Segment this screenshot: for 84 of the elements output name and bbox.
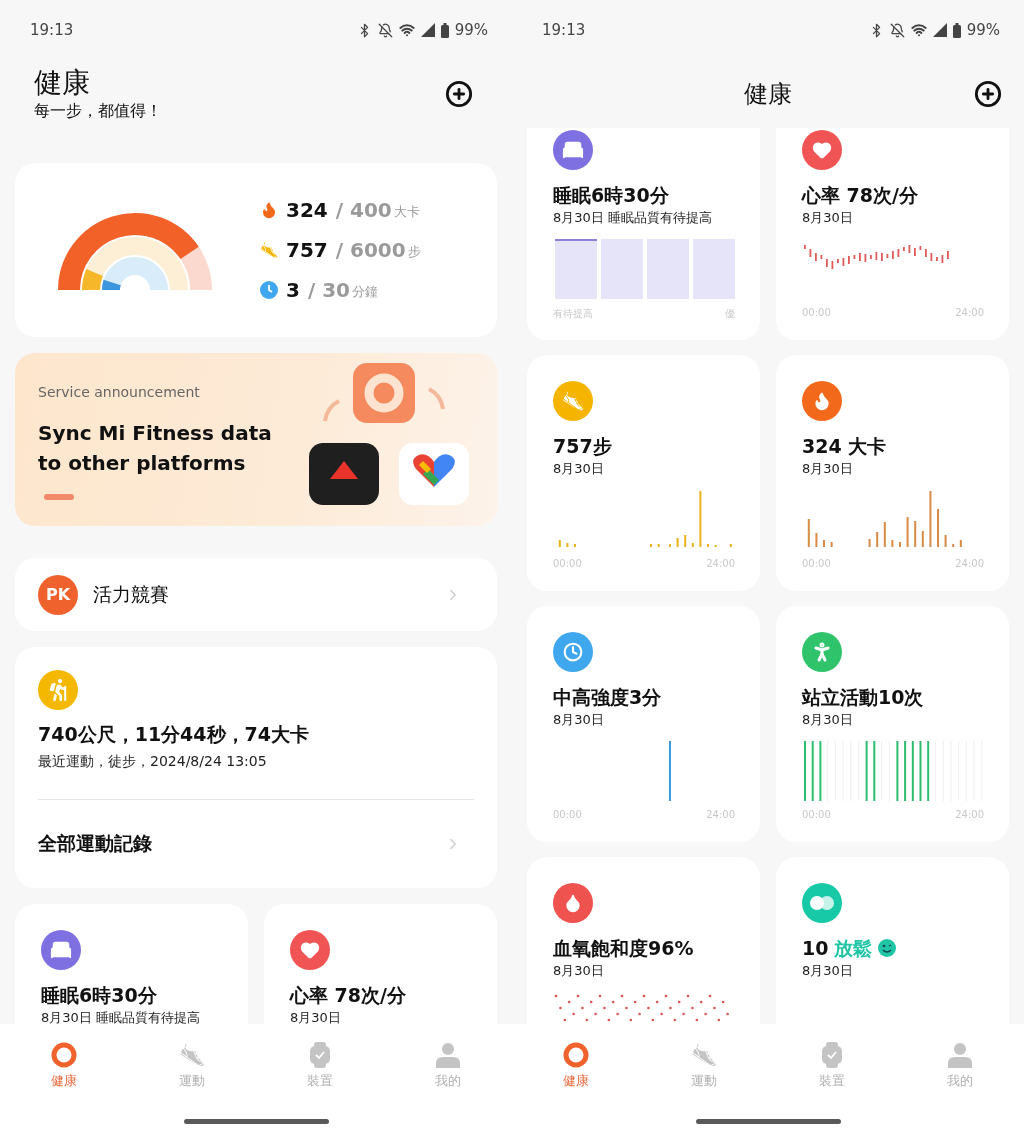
add-icon[interactable]: [445, 80, 473, 108]
ring-icon: [563, 1042, 589, 1068]
bed-icon: [553, 130, 593, 170]
smile-icon: [878, 939, 897, 957]
shoe-icon: [691, 1042, 717, 1068]
status-time: 19:13: [30, 21, 74, 39]
flame-icon: [260, 201, 278, 219]
battery-percent: 99%: [966, 21, 1000, 39]
card-title: 心率 78次/分: [290, 983, 407, 1007]
page-title: 健康: [34, 66, 91, 100]
card-title: 睡眠6時30分: [41, 983, 158, 1007]
page-title: 健康: [744, 79, 792, 110]
card-title: 中高強度3分: [553, 685, 663, 709]
metric-card[interactable]: 睡眠6時30分 8月30日 睡眠品質有待提高: [15, 904, 248, 1024]
goal-value: 757: [286, 238, 328, 262]
clock-icon: [553, 632, 593, 672]
card-subtitle: 8月30日: [553, 711, 605, 729]
mute-icon: [889, 22, 905, 38]
status-time: 19:13: [542, 21, 586, 39]
goal-target: / 6000: [335, 238, 406, 262]
mute-icon: [377, 22, 393, 38]
challenge-row[interactable]: PK 活力競賽: [15, 558, 497, 631]
goal-unit: 大卡: [393, 203, 420, 221]
metric-card[interactable]: 血氧飽和度96% 8月30日: [527, 857, 760, 1024]
hiker-icon: [38, 670, 78, 710]
wifi-icon: [910, 22, 927, 38]
page-indicator: [44, 494, 74, 500]
goal-value: 3: [286, 278, 300, 302]
goal-target: / 30: [307, 278, 351, 302]
workout-card[interactable]: 740公尺，11分44秒，74大卡 最近運動，徒步，2024/8/24 13:05 全部運動記錄: [15, 647, 497, 888]
signal-icon: [932, 23, 947, 37]
shoe-icon: [553, 381, 593, 421]
person-icon: [435, 1042, 461, 1068]
announcement-banner[interactable]: Service announcement Sync Mi Fitness data to other platforms: [15, 353, 497, 526]
stress-value: 10: [802, 936, 829, 960]
goals-card[interactable]: 324 / 400 大卡 757 / 6000 步 3 / 30 分鐘: [15, 163, 497, 337]
signal-icon: [420, 23, 435, 37]
page-subtitle: 每一步，都值得！: [34, 100, 162, 122]
add-icon[interactable]: [974, 80, 1002, 108]
card-title: 心率 78次/分: [802, 183, 919, 207]
metric-card[interactable]: 心率 78次/分 8月30日: [264, 904, 497, 1024]
card-title: 站立活動10次: [802, 685, 925, 709]
flame-icon: [802, 381, 842, 421]
card-subtitle: 8月30日: [553, 460, 605, 478]
clock-icon: [260, 281, 278, 299]
goal-unit: 分鐘: [352, 283, 379, 301]
goal-unit: 步: [407, 243, 421, 261]
card-subtitle: 8月30日: [802, 711, 854, 729]
watch-icon: [821, 1042, 843, 1068]
goal-value: 324: [286, 198, 328, 222]
workout-detail: 最近運動，徒步，2024/8/24 13:05: [38, 752, 268, 771]
card-title: 324 大卡: [802, 434, 888, 458]
bed-icon: [41, 930, 81, 970]
card-subtitle: 8月30日: [802, 962, 854, 980]
drop-icon: [553, 883, 593, 923]
card-subtitle: 8月30日: [553, 962, 605, 980]
battery-icon: [952, 22, 961, 38]
challenge-label: 活力競賽: [93, 581, 170, 607]
ring-icon: [51, 1042, 77, 1068]
card-title: 血氧飽和度96%: [553, 936, 695, 960]
battery-percent: 99%: [454, 21, 488, 39]
card-subtitle: 8月30日: [802, 209, 854, 227]
person-icon: [802, 632, 842, 672]
card-subtitle: 8月30日: [802, 460, 854, 478]
goal-target: / 400: [335, 198, 392, 222]
all-workouts-link[interactable]: 全部運動記錄: [38, 800, 474, 888]
card-title: 757步: [553, 434, 613, 458]
card-subtitle: 8月30日: [290, 1009, 342, 1024]
banner-title: Sync Mi Fitness data to other platforms: [38, 420, 273, 477]
wifi-icon: [398, 22, 415, 38]
metric-card[interactable]: 10 放鬆 8月30日: [776, 857, 1009, 1024]
shoe-icon: [179, 1042, 205, 1068]
card-title: 睡眠6時30分: [553, 183, 670, 207]
person-icon: [947, 1042, 973, 1068]
workout-summary: 740公尺，11分44秒，74大卡: [38, 722, 310, 747]
banner-label: Service announcement: [38, 383, 201, 402]
circles-icon: [802, 883, 842, 923]
card-subtitle: 8月30日 睡眠品質有待提高: [553, 209, 713, 227]
pk-badge: PK: [38, 574, 78, 615]
card-subtitle: 8月30日 睡眠品質有待提高: [41, 1009, 201, 1024]
stress-level: 放鬆: [834, 936, 873, 960]
battery-icon: [440, 22, 449, 38]
watch-icon: [309, 1042, 331, 1068]
shoe-icon: [260, 241, 278, 259]
